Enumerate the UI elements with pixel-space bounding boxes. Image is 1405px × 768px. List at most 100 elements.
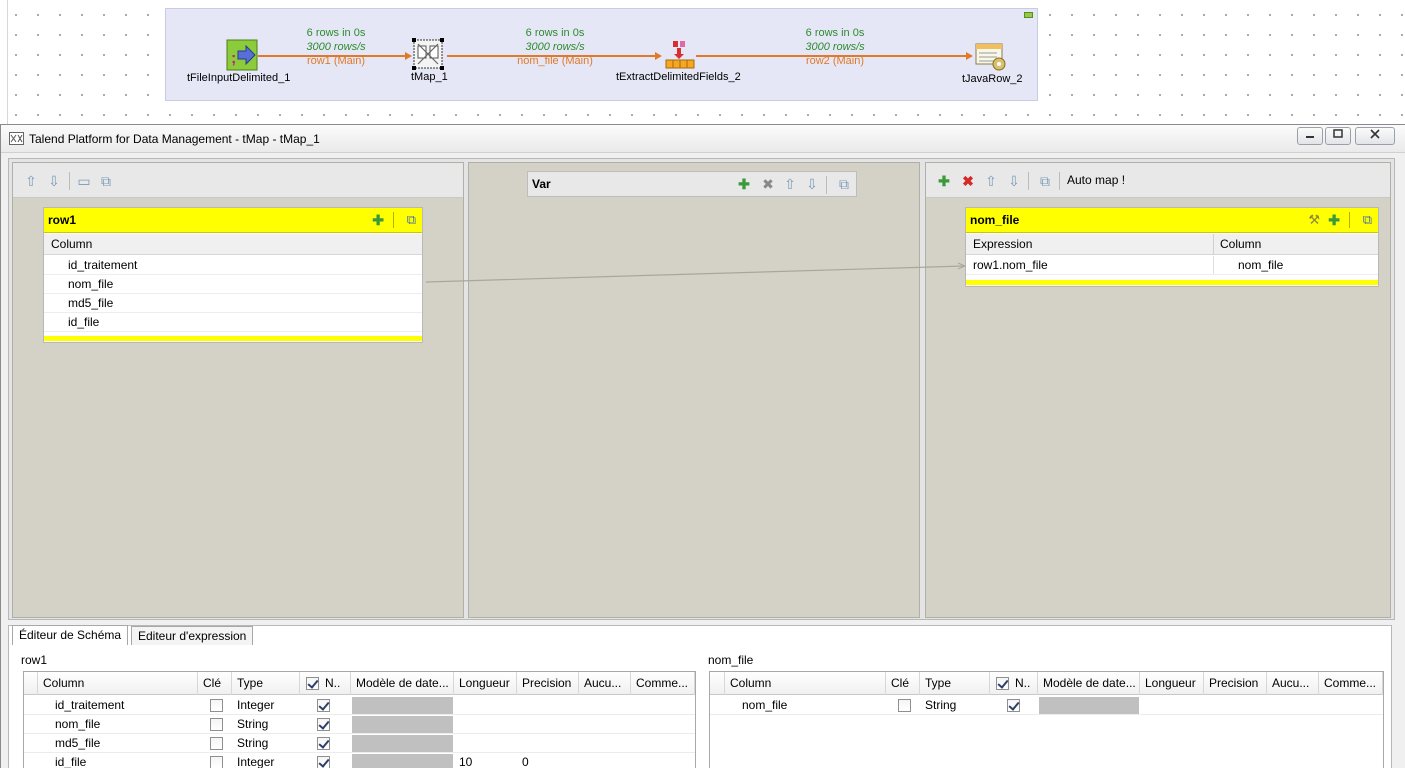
schema-header-cell[interactable]: Column <box>38 672 198 695</box>
output-row[interactable]: row1.nom_file nom_file <box>966 256 1378 275</box>
schema-header-cell[interactable]: Clé <box>198 672 232 695</box>
minimize-table-icon[interactable]: ⧉ <box>407 212 416 228</box>
add-output-icon[interactable]: ✚ <box>936 173 952 189</box>
input-row[interactable]: id_traitement <box>44 256 422 275</box>
schema-row[interactable]: id_traitement Integer <box>24 696 695 715</box>
minimize-table-icon[interactable]: ⧉ <box>1363 212 1372 228</box>
input-table-header[interactable]: row1 ✚ ⧉ <box>44 208 422 233</box>
window-titlebar[interactable]: Talend Platform for Data Management - tM… <box>1 125 1405 153</box>
flow-label[interactable]: row1 (Main) <box>286 54 386 68</box>
maximize-button[interactable] <box>1325 127 1351 145</box>
move-down-icon[interactable]: ⇩ <box>1006 173 1022 189</box>
key-checkbox[interactable] <box>210 737 223 750</box>
schema-row[interactable]: nom_file String <box>710 696 1383 715</box>
nullable-all-checkbox[interactable] <box>306 677 319 690</box>
add-filter-icon[interactable]: ✚ <box>372 212 384 229</box>
output-row-expression[interactable]: row1.nom_file <box>973 256 1048 274</box>
subjob-collapse-toggle[interactable] <box>1024 12 1033 18</box>
schema-header-cell[interactable]: Precision <box>517 672 579 695</box>
schema-row[interactable]: md5_file String <box>24 734 695 753</box>
nullable-checkbox[interactable] <box>317 756 330 768</box>
schema-row[interactable]: id_file Integer 10 0 <box>24 753 695 768</box>
schema-cell-length[interactable] <box>1140 696 1204 714</box>
flow-label[interactable]: nom_file (Main) <box>495 54 615 68</box>
key-checkbox[interactable] <box>210 718 223 731</box>
schema-cell-type[interactable]: String <box>232 715 300 733</box>
remove-variable-icon[interactable]: ✖ <box>760 176 776 192</box>
move-down-icon[interactable]: ⇩ <box>46 173 62 189</box>
schema-cell-length[interactable] <box>454 696 517 714</box>
nullable-all-checkbox[interactable] <box>996 677 1009 690</box>
schema-cell-column[interactable]: id_traitement <box>50 696 198 714</box>
schema-header-cell[interactable]: Aucu... <box>579 672 631 695</box>
schema-cell-column[interactable]: nom_file <box>50 715 198 733</box>
schema-header-cell[interactable]: Aucu... <box>1267 672 1319 695</box>
schema-cell-type[interactable]: String <box>920 696 990 714</box>
schema-cell-precision[interactable]: 0 <box>517 753 579 768</box>
nullable-checkbox[interactable] <box>317 699 330 712</box>
schema-cell-type[interactable]: Integer <box>232 753 300 768</box>
tab-expression-editor[interactable]: Editeur d'expression <box>131 626 254 645</box>
key-checkbox[interactable] <box>210 699 223 712</box>
schema-header-cell[interactable]: Clé <box>886 672 920 695</box>
input-table-row1[interactable]: row1 ✚ ⧉ Column id_traitement nom_file m… <box>43 207 423 343</box>
tab-schema-editor[interactable]: Éditeur de Schéma <box>12 625 129 645</box>
schema-header-cell[interactable]: N.. <box>300 672 351 695</box>
right-schema-table[interactable]: Column Clé Type N.. Modèle de date... Longueu… <box>709 671 1384 768</box>
close-button[interactable] <box>1355 127 1395 145</box>
schema-cell-column[interactable]: md5_file <box>50 734 198 752</box>
input-row[interactable]: md5_file <box>44 294 422 313</box>
schema-header-cell[interactable]: Type <box>920 672 990 695</box>
restore-all-icon[interactable]: ⧉ <box>98 173 114 189</box>
schema-cell-column[interactable]: nom_file <box>737 696 886 714</box>
minimize-button[interactable] <box>1297 127 1323 145</box>
schema-cell-length[interactable] <box>454 734 517 752</box>
schema-cell-length[interactable] <box>454 715 517 733</box>
schema-cell-type[interactable]: Integer <box>232 696 300 714</box>
add-filter-icon[interactable]: ✚ <box>1328 212 1340 229</box>
schema-header-cell[interactable]: Precision <box>1204 672 1267 695</box>
minimize-all-icon[interactable]: ▭ <box>76 173 92 189</box>
output-table-nom-file[interactable]: nom_file ⚒ ✚ ⧉ Expression Column row1.no… <box>965 207 1379 287</box>
schema-header-cell[interactable]: Longueur <box>1140 672 1204 695</box>
schema-header-cell[interactable]: Column <box>725 672 886 695</box>
output-table-header[interactable]: nom_file ⚒ ✚ ⧉ <box>966 208 1378 233</box>
move-down-icon[interactable]: ⇩ <box>804 176 820 192</box>
flow-label[interactable]: row2 (Main) <box>785 54 885 68</box>
add-variable-icon[interactable]: ✚ <box>736 176 752 192</box>
schema-cell-column[interactable]: id_file <box>50 753 198 768</box>
var-table[interactable]: Var ✚ ✖ ⇧ ⇩ ⧉ <box>527 171 857 197</box>
schema-header-cell[interactable]: Longueur <box>454 672 517 695</box>
left-schema-title: row1 <box>21 653 48 667</box>
input-row[interactable]: nom_file <box>44 275 422 294</box>
schema-row[interactable]: nom_file String <box>24 715 695 734</box>
schema-cell-length[interactable]: 10 <box>454 753 517 768</box>
move-up-icon[interactable]: ⇧ <box>983 173 999 189</box>
nullable-checkbox[interactable] <box>1007 699 1020 712</box>
schema-cell-precision[interactable] <box>517 696 579 714</box>
schema-header-cell[interactable]: Modèle de date... <box>1038 672 1140 695</box>
minimize-all-icon[interactable]: ⧉ <box>1037 173 1053 189</box>
input-row[interactable]: id_file <box>44 313 422 332</box>
remove-output-icon[interactable]: ✖ <box>960 173 976 189</box>
move-up-icon[interactable]: ⇧ <box>23 173 39 189</box>
schema-cell-precision[interactable] <box>517 734 579 752</box>
nullable-checkbox[interactable] <box>317 737 330 750</box>
schema-header-cell[interactable]: Modèle de date... <box>351 672 454 695</box>
key-checkbox[interactable] <box>210 756 223 768</box>
schema-cell-precision[interactable] <box>517 715 579 733</box>
nullable-checkbox[interactable] <box>317 718 330 731</box>
left-schema-table[interactable]: Column Clé Type N.. Modèle de date... Longueu… <box>23 671 696 768</box>
schema-header-cell[interactable]: Comme... <box>1319 672 1383 695</box>
auto-map-button[interactable]: Auto map ! <box>1067 173 1125 187</box>
settings-wrench-icon[interactable]: ⚒ <box>1308 212 1320 228</box>
schema-cell-type[interactable]: String <box>232 734 300 752</box>
schema-header-cell[interactable]: Comme... <box>631 672 695 695</box>
job-designer-canvas[interactable]: 6 rows in 0s 3000 rows/s row1 (Main) 6 r… <box>0 0 1405 125</box>
move-up-icon[interactable]: ⇧ <box>782 176 798 192</box>
schema-header-cell[interactable]: N.. <box>990 672 1038 695</box>
key-checkbox[interactable] <box>898 699 911 712</box>
minimize-table-icon[interactable]: ⧉ <box>836 176 852 192</box>
schema-header-cell[interactable]: Type <box>232 672 300 695</box>
schema-cell-precision[interactable] <box>1204 696 1267 714</box>
